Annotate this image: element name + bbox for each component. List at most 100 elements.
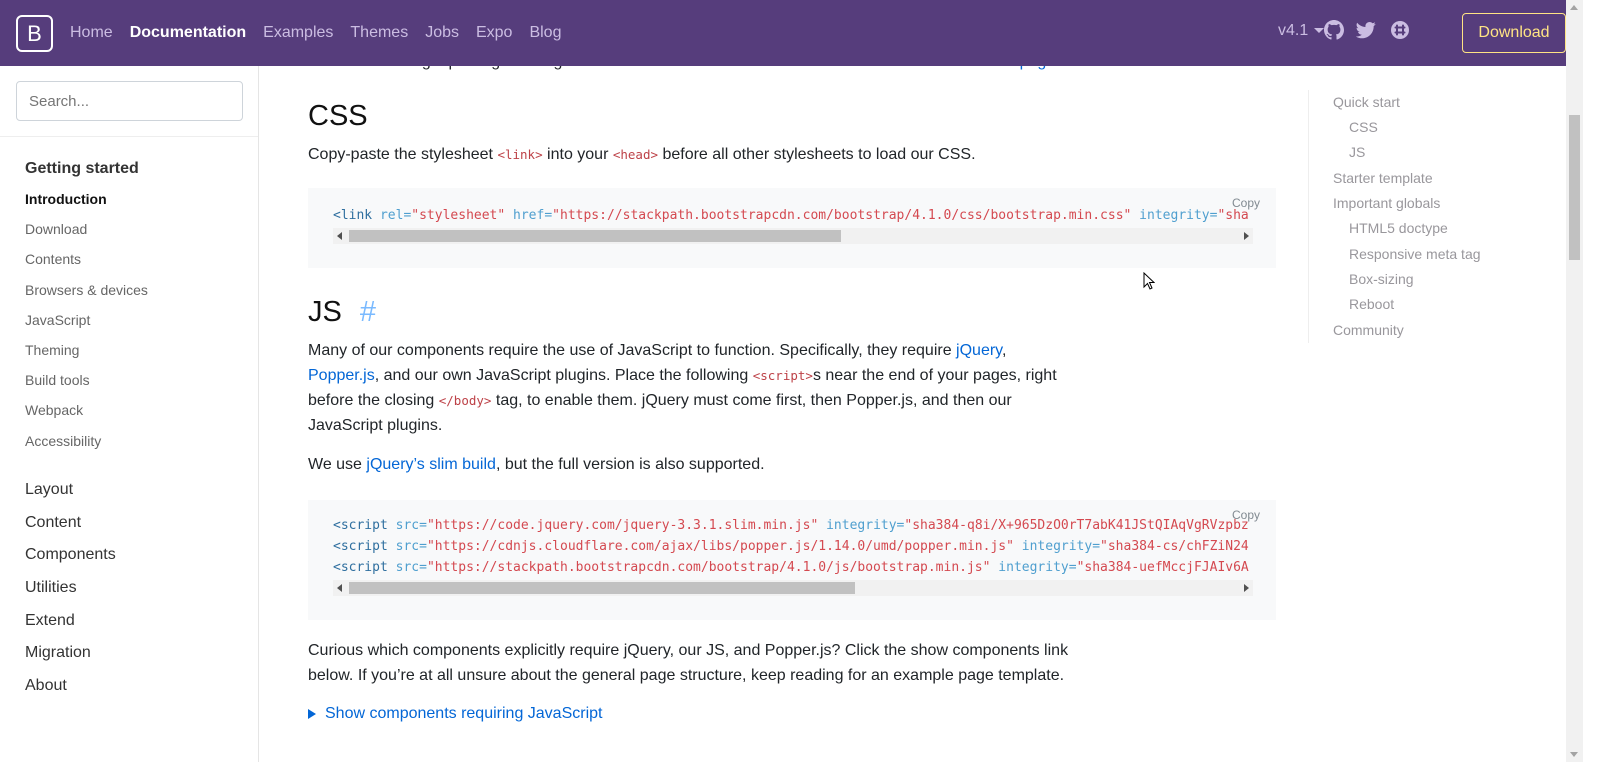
nav-link-jobs[interactable]: Jobs [425, 24, 459, 42]
code-value: "sha384-q8i/X+965DzO0rT7abK41JStQIAqVgRV… [904, 518, 1249, 533]
twitter-icon[interactable] [1356, 20, 1376, 40]
download-button[interactable]: Download [1462, 13, 1566, 53]
jquery-slim-link[interactable]: jQuery’s slim build [366, 456, 496, 473]
js-anchor-link[interactable]: # [360, 296, 376, 328]
sidebar-section-components[interactable]: Components [25, 546, 116, 579]
code-attr: integrity= [818, 518, 905, 533]
toc-item-html5-doctype[interactable]: HTML5 doctype [1349, 220, 1448, 236]
sidebar-item-contents[interactable]: Contents [25, 250, 148, 280]
code-attr: rel= [372, 208, 412, 223]
sidebar-section-about[interactable]: About [25, 677, 116, 710]
sidebar-getting-started: Getting started Introduction Download Co… [25, 160, 148, 462]
sidebar-item-accessibility[interactable]: Accessibility [25, 432, 148, 462]
css-text-2: into your [542, 146, 613, 163]
js-heading-text: JS [308, 296, 342, 328]
code-value: "https://stackpath.bootstrapcdn.com/boot… [426, 560, 991, 575]
sidebar-item-build-tools[interactable]: Build tools [25, 371, 148, 401]
css-description: Copy-paste the stylesheet <link> into yo… [308, 142, 976, 167]
top-navbar: B Home Documentation Examples Themes Job… [0, 0, 1566, 66]
nav-link-examples[interactable]: Examples [263, 24, 333, 42]
js-code-line-popper: <script src="https://cdnjs.cloudflare.co… [333, 539, 1253, 554]
version-dropdown[interactable]: v4.1 [1278, 22, 1325, 40]
sidebar-group-getting-started[interactable]: Getting started [25, 160, 148, 178]
slim-text: We use [308, 456, 367, 473]
slack-icon[interactable] [1390, 20, 1410, 40]
toc-item-community[interactable]: Community [1333, 322, 1404, 338]
show-components-label: Show components requiring JavaScript [325, 705, 603, 722]
js-text: before the closing [308, 392, 439, 409]
nav-link-expo[interactable]: Expo [476, 24, 512, 42]
sidebar-item-download[interactable]: Download [25, 220, 148, 250]
page-scrollbar-thumb[interactable] [1569, 115, 1580, 260]
sidebar-section-extend[interactable]: Extend [25, 612, 116, 645]
toc-item-js[interactable]: JS [1349, 144, 1365, 160]
toc-item-box-sizing[interactable]: Box-sizing [1349, 271, 1414, 287]
sidebar-item-webpack[interactable]: Webpack [25, 401, 148, 431]
sidebar-item-browsers-devices[interactable]: Browsers & devices [25, 281, 148, 311]
sidebar-item-javascript[interactable]: JavaScript [25, 311, 148, 341]
show-components-toggle[interactable]: Show components requiring JavaScript [308, 705, 602, 723]
sidebar-section-layout[interactable]: Layout [25, 481, 116, 514]
scrollbar-thumb[interactable] [349, 230, 841, 242]
code-value: "https://code.jquery.com/jquery-3.3.1.sl… [426, 518, 819, 533]
nav-link-documentation[interactable]: Documentation [130, 24, 246, 42]
scroll-down-icon[interactable] [1570, 752, 1578, 757]
css-text-3: before all other stylesheets to load our… [658, 146, 976, 163]
js-code-line-jquery: <script src="https://code.jquery.com/jqu… [333, 518, 1253, 533]
js-code-line-bootstrap: <script src="https://stackpath.bootstrap… [333, 560, 1253, 575]
scroll-right-icon[interactable] [1244, 232, 1249, 240]
code-value: "https://stackpath.bootstrapcdn.com/boot… [552, 208, 1132, 223]
search-input[interactable] [16, 81, 243, 121]
scroll-right-icon[interactable] [1244, 584, 1249, 592]
js-code-block: Copy <script src="https://code.jquery.co… [308, 500, 1276, 620]
toc-item-css[interactable]: CSS [1349, 119, 1378, 135]
toc-item-reboot[interactable]: Reboot [1349, 296, 1394, 312]
js-description: Many of our components require the use o… [308, 338, 1088, 438]
code-value: "sha [1217, 208, 1249, 223]
page-scrollbar[interactable] [1566, 0, 1583, 762]
code-value: "sha384-uefMccjFJAIv6A [1076, 560, 1249, 575]
scroll-left-icon[interactable] [337, 584, 342, 592]
toc-item-important-globals[interactable]: Important globals [1333, 195, 1440, 211]
triangle-right-icon [308, 709, 316, 719]
code-attr: integrity= [1131, 208, 1218, 223]
nav-link-themes[interactable]: Themes [350, 24, 408, 42]
scroll-up-icon[interactable] [1570, 5, 1578, 10]
jquery-link[interactable]: jQuery [956, 342, 1002, 359]
js-code-script: <script> [752, 368, 813, 383]
js-text: Many of our components require the use o… [308, 342, 957, 359]
code-tag: <script [333, 539, 388, 554]
jquery-slim-note: We use jQuery’s slim build, but the full… [308, 452, 765, 477]
code-attr: src= [387, 560, 427, 575]
js-text: tag, to enable them. jQuery must come fi… [491, 392, 1012, 409]
code-tag: <script [333, 518, 388, 533]
sidebar-section-utilities[interactable]: Utilities [25, 579, 116, 612]
popperjs-link[interactable]: Popper.js [308, 367, 375, 384]
sidebar-item-introduction[interactable]: Introduction [25, 190, 148, 220]
curious-line-1: Curious which components explicitly requ… [308, 642, 1069, 659]
bootstrap-logo[interactable]: B [16, 15, 53, 52]
toc-item-responsive-meta-tag[interactable]: Responsive meta tag [1349, 246, 1481, 262]
js-code-scrollbar[interactable] [333, 580, 1253, 596]
nav-link-home[interactable]: Home [70, 24, 113, 42]
css-code-head: <head> [612, 147, 659, 162]
scrollbar-thumb[interactable] [349, 582, 855, 594]
toc-item-quick-start[interactable]: Quick start [1333, 94, 1400, 110]
code-value: "sha384-cs/chFZiN24 [1100, 539, 1249, 554]
github-icon[interactable] [1324, 20, 1344, 40]
nav-link-blog[interactable]: Blog [529, 24, 561, 42]
sidebar-section-content[interactable]: Content [25, 514, 116, 547]
js-text: s near the end of your pages, right [812, 367, 1057, 384]
code-value: "https://cdnjs.cloudflare.com/ajax/libs/… [426, 539, 1014, 554]
js-line-3: before the closing </body> tag, to enabl… [308, 388, 1088, 413]
sidebar-item-theming[interactable]: Theming [25, 341, 148, 371]
js-heading: JS # [308, 296, 376, 329]
nav-links: Home Documentation Examples Themes Jobs … [70, 0, 578, 66]
css-code-scrollbar[interactable] [333, 228, 1253, 244]
toc-item-starter-template[interactable]: Starter template [1333, 170, 1433, 186]
scroll-left-icon[interactable] [337, 232, 342, 240]
search-area [0, 66, 258, 137]
sidebar-section-migration[interactable]: Migration [25, 644, 116, 677]
js-line-2: Popper.js, and our own JavaScript plugin… [308, 363, 1088, 388]
code-attr: src= [387, 518, 427, 533]
